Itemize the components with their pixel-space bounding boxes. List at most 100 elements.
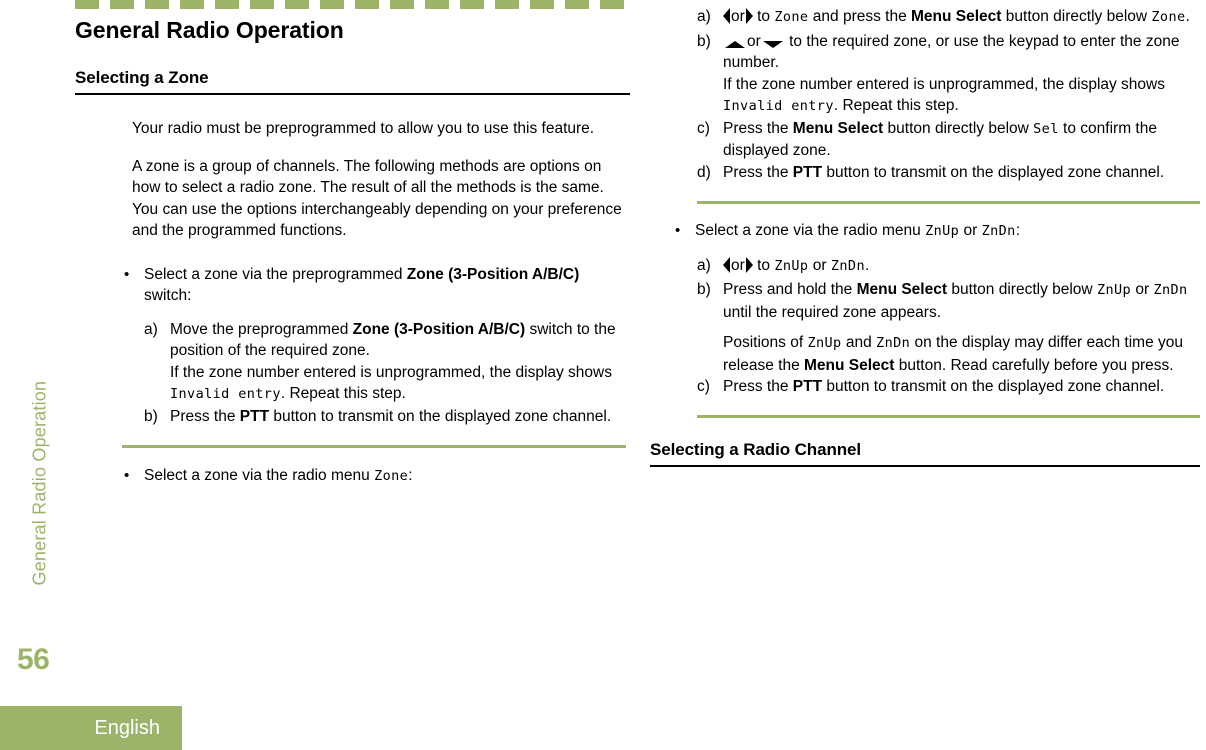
- step-text: Press the Menu Select button directly be…: [723, 118, 1200, 162]
- lcd-text: ZnDn: [981, 223, 1016, 239]
- bold-segment: PTT: [792, 378, 823, 395]
- text-segment: and press the: [808, 8, 912, 25]
- text-segment: Press the: [170, 407, 240, 425]
- bold-segment: Zone (3-Position A/B/C): [406, 265, 580, 283]
- left-column: General Radio Operation Selecting a Zone…: [75, 0, 630, 488]
- section-heading-selecting-a-zone: Selecting a Zone: [75, 68, 630, 95]
- text-segment: or: [808, 256, 831, 274]
- language-label: English: [94, 717, 160, 739]
- lcd-text: ZnDn: [876, 335, 911, 351]
- or-text: or: [731, 8, 745, 25]
- language-badge: English: [0, 706, 182, 750]
- text-segment: Press and hold the: [723, 281, 857, 298]
- or-text: or: [747, 32, 761, 50]
- text-segment: Select a zone via the preprogrammed: [144, 265, 407, 283]
- text-segment: Select a zone via the radio menu: [695, 222, 926, 239]
- lcd-text: ZnUp: [774, 257, 809, 274]
- text-segment: :: [1015, 222, 1021, 239]
- page-title: General Radio Operation: [75, 17, 344, 43]
- text-segment: Press the: [723, 119, 793, 137]
- bold-segment: PTT: [239, 407, 270, 425]
- step-text: or to Zone and press the Menu Select but…: [723, 6, 1200, 29]
- paragraph-zone-definition: A zone is a group of channels. The follo…: [132, 157, 622, 240]
- arrow-down-icon: [762, 40, 783, 48]
- step-marker: c): [697, 119, 710, 137]
- section-divider: [122, 445, 626, 448]
- text-segment: button to transmit on the displayed zone…: [269, 407, 612, 425]
- step-marker: a): [144, 320, 158, 338]
- text-segment: Press the: [723, 163, 793, 181]
- section-divider: [697, 201, 1200, 204]
- arrow-up-icon: [725, 40, 745, 48]
- text-segment: . Repeat this step.: [833, 97, 959, 114]
- bold-segment: Menu Select: [792, 119, 884, 137]
- list-item: a) or to Zone and press the Menu Select …: [697, 6, 1200, 29]
- chapter-tab-label: General Radio Operation: [29, 380, 50, 586]
- text-segment: button to transmit on the displayed zone…: [822, 163, 1165, 181]
- list-item: d) Press the PTT button to transmit on t…: [697, 162, 1200, 184]
- text-segment: switch:: [144, 287, 192, 304]
- text-segment: .: [1185, 8, 1190, 25]
- paragraph-intro: Your radio must be preprogrammed to allo…: [132, 120, 595, 137]
- step-marker: a): [697, 8, 711, 25]
- bullet-text: Select a zone via the radio menu Zone:: [144, 465, 630, 488]
- text-segment: button. Read carefully before you press.: [894, 356, 1174, 374]
- bullet-marker: •: [124, 265, 130, 283]
- step-marker: b): [697, 32, 711, 50]
- list-item: b) or to the required zone, or use the k…: [697, 31, 1200, 118]
- bold-segment: Menu Select: [856, 281, 948, 298]
- text-segment: If the zone number entered is unprogramm…: [723, 75, 1165, 93]
- text-segment: . Repeat this step.: [280, 385, 406, 402]
- bullet-marker: •: [124, 467, 130, 484]
- lcd-text: ZnDn: [1153, 282, 1188, 298]
- step-text: or to the required zone, or use the keyp…: [723, 31, 1200, 118]
- sidebar: General Radio Operation 56 English: [0, 0, 182, 750]
- list-item: b) Press the PTT button to transmit on t…: [144, 406, 630, 428]
- lcd-text: Sel: [1033, 120, 1059, 137]
- bold-segment: PTT: [792, 163, 823, 181]
- text-segment: to: [752, 8, 775, 25]
- section-heading-selecting-a-radio-channel: Selecting a Radio Channel: [650, 440, 1200, 467]
- text-segment: button directly below: [883, 119, 1034, 137]
- bullet-text: Select a zone via the radio menu ZnUp or…: [695, 220, 1200, 243]
- lcd-text: ZnUp: [1096, 282, 1132, 298]
- text-segment: or: [1131, 281, 1154, 298]
- or-text: or: [731, 256, 745, 274]
- lcd-text: Zone: [1151, 9, 1186, 25]
- step-marker: b): [144, 407, 158, 425]
- lcd-text: Invalid entry: [723, 98, 834, 114]
- text-segment: Select a zone via the radio menu: [144, 467, 375, 484]
- step-text: Press the PTT button to transmit on the …: [170, 406, 630, 428]
- text-segment: to: [752, 256, 775, 274]
- lcd-text: ZnUp: [807, 335, 842, 351]
- text-segment: Press the: [723, 378, 793, 395]
- text-segment: If the zone number entered is unprogramm…: [170, 363, 612, 381]
- arrow-right-icon: [745, 8, 753, 24]
- step-marker: a): [697, 256, 711, 274]
- list-item: • Select a zone via the radio menu ZnUp …: [675, 220, 1200, 243]
- text-segment: Move the preprogrammed: [170, 320, 353, 338]
- lcd-text: Invalid entry: [170, 386, 281, 402]
- arrow-right-icon: [745, 256, 753, 273]
- text-segment: until the required zone appears.: [723, 303, 942, 321]
- text-segment: or: [959, 222, 982, 239]
- section-divider: [697, 414, 1200, 418]
- step-text: Press and hold the Menu Select button di…: [723, 279, 1200, 376]
- text-segment: to the required zone, or use the keypad …: [723, 32, 1180, 72]
- text-segment: button directly below: [1001, 8, 1152, 25]
- step-marker: d): [697, 163, 711, 181]
- list-item: a) Move the preprogrammed Zone (3-Positi…: [144, 319, 630, 406]
- step-text: or to ZnUp or ZnDn.: [723, 255, 1200, 278]
- arrow-left-icon: [723, 8, 730, 24]
- bold-segment: Menu Select: [911, 8, 1002, 25]
- right-column: a) or to Zone and press the Menu Select …: [650, 0, 1200, 467]
- lcd-text: Zone: [774, 9, 809, 25]
- list-item: • Select a zone via the preprogrammed Zo…: [124, 264, 630, 307]
- lcd-text: ZnUp: [925, 223, 960, 239]
- list-item: b) Press and hold the Menu Select button…: [697, 279, 1200, 376]
- step-marker: b): [697, 281, 711, 298]
- lcd-text: ZnDn: [830, 257, 865, 274]
- bold-segment: Zone (3-Position A/B/C): [352, 320, 526, 338]
- list-item: c) Press the Menu Select button directly…: [697, 118, 1200, 162]
- list-item: c) Press the PTT button to transmit on t…: [697, 376, 1200, 398]
